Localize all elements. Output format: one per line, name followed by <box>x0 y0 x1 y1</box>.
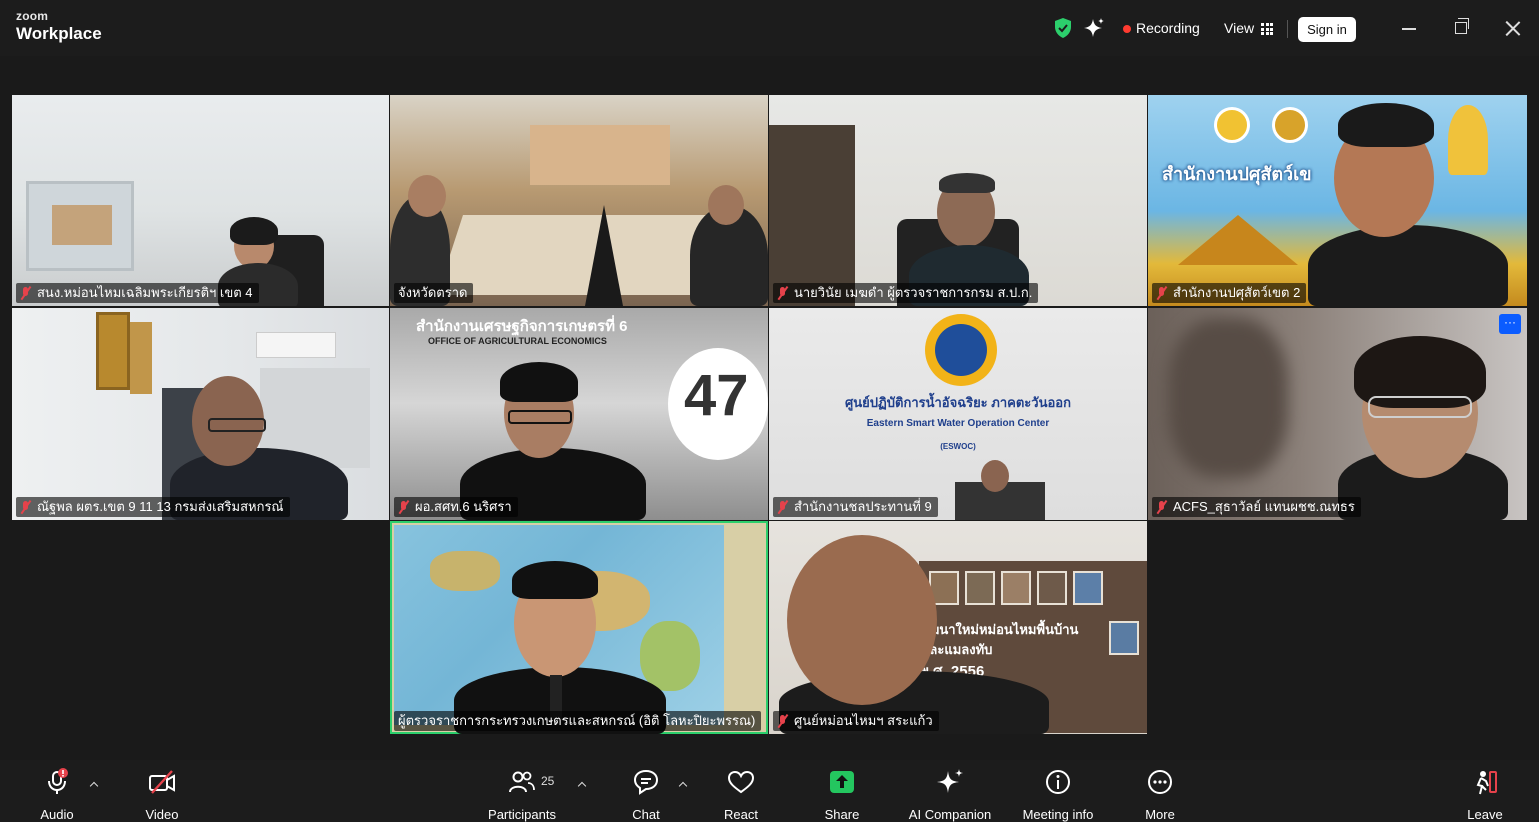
sign-line-1: พัฒนาใหม่หม่อนไหมพื้นบ้าน <box>919 622 1079 637</box>
chat-button[interactable]: Chat <box>591 768 701 822</box>
leave-button[interactable]: Leave <box>1430 768 1539 822</box>
chat-icon <box>633 769 659 795</box>
meeting-info-label: Meeting info <box>1022 807 1094 822</box>
microphone-muted-icon <box>48 768 68 794</box>
participant-name: ACFS_สุธาวัลย์ แทนผชช.ณทธร <box>1152 497 1361 517</box>
info-icon <box>1046 770 1070 794</box>
participant-name-text: ผู้ตรวจราชการกระทรวงเกษตรและสหกรณ์ (อิติ… <box>398 713 756 728</box>
view-button[interactable]: View <box>1224 20 1254 36</box>
more-options-icon[interactable]: ··· <box>1499 314 1521 334</box>
mic-muted-icon <box>398 500 410 514</box>
mic-muted-icon <box>777 714 789 728</box>
more-button[interactable]: More <box>1105 768 1215 822</box>
titlebar-divider <box>1287 20 1288 38</box>
ai-sparkle-icon[interactable] <box>1083 17 1105 39</box>
participants-button[interactable]: Participants <box>467 768 577 822</box>
participant-count: 25 <box>541 774 555 788</box>
recording-dot-icon <box>1123 25 1131 33</box>
security-shield-icon[interactable] <box>1052 17 1074 39</box>
close-icon[interactable] <box>1503 19 1523 39</box>
meeting-toolbar: Audio Video Participants 25 Chat React S… <box>0 760 1539 822</box>
ai-companion-button[interactable]: AI Companion <box>895 768 1005 822</box>
participant-tile[interactable]: สนง.หม่อนไหมเฉลิมพระเกียรติฯ เขต 4 <box>12 95 389 306</box>
video-label: Video <box>145 807 179 822</box>
participant-tile[interactable]: สำนักงานเศรษฐกิจการเกษตรที่ 6 OFFICE OF … <box>390 308 768 520</box>
participant-name: ผู้ตรวจราชการกระทรวงเกษตรและสหกรณ์ (อิติ… <box>394 711 762 731</box>
sign-in-button[interactable]: Sign in <box>1298 17 1356 42</box>
background-abbr: (ESWOC) <box>940 442 976 451</box>
participant-name: ผอ.สศท.6 นริศรา <box>394 497 518 517</box>
participants-icon <box>509 771 535 793</box>
mic-muted-icon <box>1156 500 1168 514</box>
participant-tile[interactable]: ณัฐพล ผตร.เขต 9 11 13 กรมส่งเสริมสหกรณ์ <box>12 308 389 520</box>
minimize-icon[interactable] <box>1402 28 1416 30</box>
participant-name-text: สนง.หม่อนไหมเฉลิมพระเกียรติฯ เขต 4 <box>37 285 253 300</box>
participant-name: สำนักงานชลประทานที่ 9 <box>773 497 938 517</box>
more-label: More <box>1145 807 1175 822</box>
participant-name-text: ผอ.สศท.6 นริศรา <box>415 499 512 514</box>
share-screen-icon <box>830 771 854 793</box>
participant-name-text: สำนักงานปศุสัตว์เขต 2 <box>1173 285 1301 300</box>
participant-name: สำนักงานปศุสัตว์เขต 2 <box>1152 283 1307 303</box>
mic-muted-icon <box>1156 286 1168 300</box>
participant-name: ศูนย์หม่อนไหมฯ สระแก้ว <box>773 711 939 731</box>
more-icon <box>1148 770 1172 794</box>
react-label: React <box>724 807 758 822</box>
app-logo: zoom Workplace <box>16 10 102 42</box>
ai-companion-sparkle-icon <box>937 769 963 793</box>
background-title: ศูนย์ปฏิบัติการน้ำอัจฉริยะ ภาคตะวันออก <box>845 395 1071 410</box>
participant-tile[interactable]: ··· ACFS_สุธาวัลย์ แทนผชช.ณทธร <box>1148 308 1527 520</box>
grid-view-icon[interactable] <box>1261 23 1273 35</box>
active-speaker-tile[interactable]: ผู้ตรวจราชการกระทรวงเกษตรและสหกรณ์ (อิติ… <box>390 521 768 734</box>
participant-tile[interactable]: ศูนย์ปฏิบัติการน้ำอัจฉริยะ ภาคตะวันออก E… <box>769 308 1147 520</box>
participant-name-text: จังหวัดตราด <box>398 285 468 300</box>
background-subtitle: Eastern Smart Water Operation Center <box>866 418 1050 429</box>
leave-icon <box>1476 771 1497 795</box>
mic-muted-icon <box>777 500 789 514</box>
anniversary-number: 47 <box>684 363 749 428</box>
background-subtitle: OFFICE OF AGRICULTURAL ECONOMICS <box>428 336 607 346</box>
participant-name: นายวินัย เมฆดำ ผู้ตรวจราชการกรม ส.ป.ก. <box>773 283 1039 303</box>
participants-label: Participants <box>488 807 556 822</box>
audio-label: Audio <box>40 807 74 822</box>
participant-name: จังหวัดตราด <box>394 283 474 303</box>
brand-zoom: zoom <box>16 9 49 23</box>
participant-name-text: ACFS_สุธาวัลย์ แทนผชช.ณทธร <box>1173 499 1355 514</box>
share-label: Share <box>824 807 860 822</box>
mic-muted-icon <box>777 286 789 300</box>
restore-window-icon[interactable] <box>1455 18 1469 34</box>
react-button[interactable]: React <box>686 768 796 822</box>
participant-tile[interactable]: จังหวัดตราด <box>390 95 768 306</box>
meeting-info-button[interactable]: Meeting info <box>1003 768 1113 822</box>
share-button[interactable]: Share <box>787 768 897 822</box>
leave-label: Leave <box>1467 807 1503 822</box>
recording-label[interactable]: Recording <box>1136 20 1200 36</box>
chat-label: Chat <box>632 807 660 822</box>
video-gallery: สนง.หม่อนไหมเฉลิมพระเกียรติฯ เขต 4 จังหว… <box>0 56 1539 760</box>
audio-button[interactable]: Audio <box>2 768 112 822</box>
mic-muted-icon <box>20 500 32 514</box>
participant-tile[interactable]: นายวินัย เมฆดำ ผู้ตรวจราชการกรม ส.ป.ก. <box>769 95 1147 306</box>
video-button[interactable]: Video <box>107 768 217 822</box>
audio-options-caret-icon[interactable] <box>89 780 99 790</box>
background-title: สำนักงานเศรษฐกิจการเกษตรที่ 6 <box>416 318 628 335</box>
participant-name-text: ณัฐพล ผตร.เขต 9 11 13 กรมส่งเสริมสหกรณ์ <box>37 499 284 514</box>
participant-tile[interactable]: สำนักงานปศุสัตว์เข สำนักงานปศุสัตว์เขต 2 <box>1148 95 1527 306</box>
participant-tile[interactable]: พัฒนาใหม่หม่อนไหมพื้นบ้าน และแมลงทับ พ.ศ… <box>769 521 1147 734</box>
brand-workplace: Workplace <box>16 24 102 43</box>
participant-name: สนง.หม่อนไหมเฉลิมพระเกียรติฯ เขต 4 <box>16 283 259 303</box>
participant-name: ณัฐพล ผตร.เขต 9 11 13 กรมส่งเสริมสหกรณ์ <box>16 497 290 517</box>
heart-icon <box>727 770 755 794</box>
title-bar: zoom Workplace Recording View Sign in <box>0 0 1539 56</box>
participant-name-text: ศูนย์หม่อนไหมฯ สระแก้ว <box>794 713 933 728</box>
mic-muted-icon <box>20 286 32 300</box>
ai-companion-label: AI Companion <box>908 807 992 822</box>
participants-options-caret-icon[interactable] <box>577 780 587 790</box>
participant-name-text: สำนักงานชลประทานที่ 9 <box>794 499 932 514</box>
camera-off-icon <box>149 770 175 794</box>
participant-name-text: นายวินัย เมฆดำ ผู้ตรวจราชการกรม ส.ป.ก. <box>794 285 1033 300</box>
banner-text: สำนักงานปศุสัตว์เข <box>1162 164 1312 184</box>
